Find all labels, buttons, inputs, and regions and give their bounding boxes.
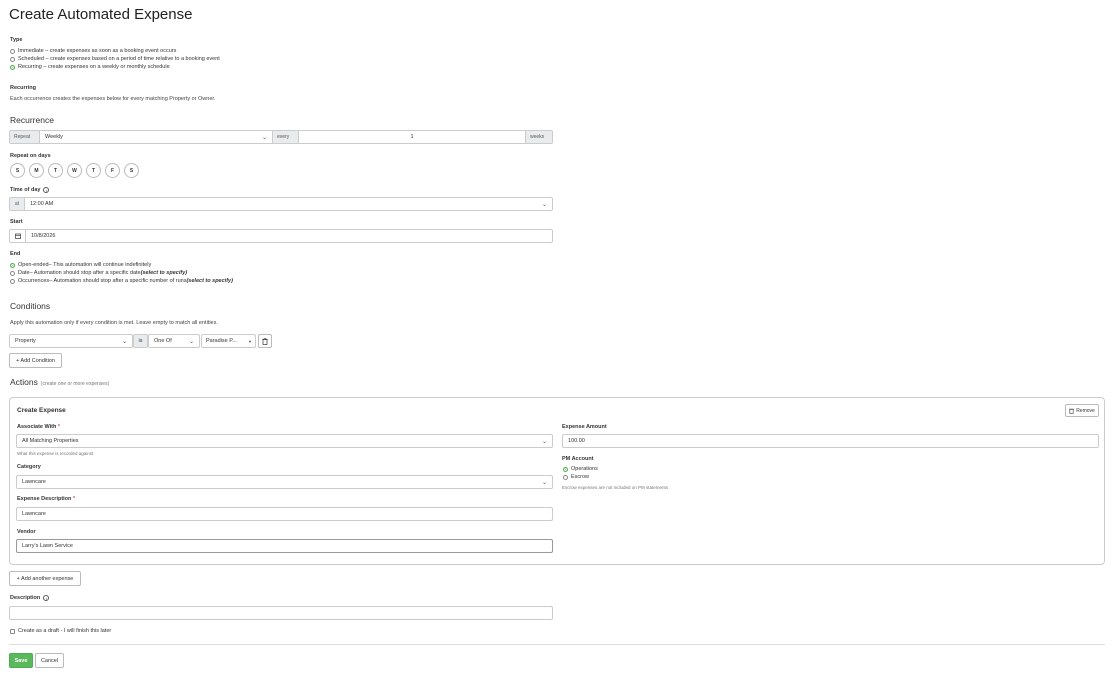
chevron-down-icon: ⌄	[188, 339, 194, 345]
day-sunday[interactable]: S	[10, 163, 25, 178]
type-option-recurring[interactable]: Recurring – create expenses on a weekly …	[10, 63, 220, 71]
type-option-immediate[interactable]: Immediate – create expenses as soon as a…	[10, 47, 220, 55]
add-another-expense-button[interactable]: + Add another expense	[9, 571, 81, 586]
type-label: Type	[10, 37, 23, 43]
every-input[interactable]: 1	[299, 131, 525, 143]
draft-checkbox-row[interactable]: Create as a draft - I will finish this l…	[10, 628, 111, 634]
time-input-group: at 12:00 AM ⌄	[9, 197, 553, 211]
associate-select[interactable]: All Matching Properties ⌄	[16, 434, 553, 448]
associate-help: What this expense is recorded against	[17, 451, 94, 456]
trash-icon	[262, 337, 268, 345]
chevron-down-icon: ⌄	[261, 135, 267, 141]
radio-selected-icon[interactable]	[563, 466, 568, 472]
day-monday[interactable]: M	[29, 163, 44, 178]
vendor-input[interactable]: Larry's Lawn Service	[16, 539, 553, 553]
add-condition-button[interactable]: + Add Condition	[9, 353, 62, 368]
repeat-select[interactable]: Weekly ⌄	[40, 131, 273, 143]
end-label: End	[10, 251, 21, 257]
description-label: Description i	[10, 595, 50, 601]
expense-amount-input[interactable]: 100.00	[562, 434, 1099, 448]
weeks-label: weeks	[525, 131, 552, 143]
condition-operator-select[interactable]: One Of ⌄	[148, 334, 200, 348]
repeat-label: Repeat	[10, 131, 40, 143]
recurring-help: Each occurrence creates the expenses bel…	[10, 96, 216, 102]
end-option-date[interactable]: Date – Automation should stop after a sp…	[10, 269, 233, 277]
expense-description-label: Expense Description *	[17, 496, 76, 502]
day-friday[interactable]: F	[105, 163, 120, 178]
delete-condition-button[interactable]	[258, 334, 272, 348]
calendar-icon[interactable]	[10, 230, 26, 242]
radio-selected-icon[interactable]	[10, 262, 15, 268]
day-saturday[interactable]: S	[124, 163, 139, 178]
recurring-label: Recurring	[10, 85, 36, 91]
create-expense-card: Create Expense Remove Associate With * A…	[9, 397, 1105, 565]
expense-amount-label: Expense Amount	[562, 424, 607, 430]
start-label: Start	[10, 219, 23, 225]
category-label: Category	[17, 464, 41, 470]
vendor-label: Vendor	[17, 529, 36, 535]
chevron-down-icon: ⌄	[541, 202, 547, 208]
pm-option-escrow[interactable]: Escrow	[563, 473, 598, 481]
day-thursday[interactable]: T	[86, 163, 101, 178]
description-input[interactable]	[9, 606, 553, 620]
actions-title: Actions	[10, 377, 38, 387]
radio-icon[interactable]	[10, 48, 15, 54]
radio-icon[interactable]	[10, 270, 15, 276]
recurrence-title: Recurrence	[10, 115, 54, 125]
radio-icon[interactable]	[10, 56, 15, 62]
condition-values-select[interactable]: Paradise P... ▼	[201, 334, 256, 348]
actions-header: Actions (create one or more expenses)	[10, 377, 109, 387]
pm-account-help: Escrow expenses are not included on PM s…	[562, 485, 669, 490]
pm-account-options: Operations Escrow	[563, 465, 598, 481]
pm-account-label: PM Account	[562, 456, 594, 462]
conditions-help: Apply this automation only if every cond…	[10, 320, 218, 326]
end-option-open-ended[interactable]: Open-ended – This automation will contin…	[10, 261, 233, 269]
remove-expense-button[interactable]: Remove	[1065, 404, 1099, 417]
chevron-down-icon: ⌄	[541, 439, 547, 445]
conditions-title: Conditions	[10, 301, 51, 311]
at-label: at	[10, 198, 25, 210]
draft-checkbox[interactable]	[10, 628, 15, 634]
caret-down-icon: ▼	[248, 339, 252, 344]
associate-label: Associate With *	[17, 424, 61, 430]
start-input-group: 10/8/2026	[9, 229, 553, 243]
radio-icon[interactable]	[563, 474, 568, 480]
chevron-down-icon: ⌄	[541, 480, 547, 486]
info-icon[interactable]: i	[43, 187, 50, 193]
start-date-input[interactable]: 10/8/2026	[26, 230, 552, 242]
card-title: Create Expense	[17, 407, 66, 414]
radio-icon[interactable]	[10, 278, 15, 284]
condition-field-select[interactable]: Property ⌄	[9, 334, 133, 348]
page-title: Create Automated Expense	[9, 6, 193, 23]
radio-selected-icon[interactable]	[10, 64, 15, 70]
pm-option-operations[interactable]: Operations	[563, 465, 598, 473]
repeat-input-group: Repeat Weekly ⌄ every 1 weeks	[9, 130, 553, 144]
type-options: Immediate – create expenses as soon as a…	[10, 47, 220, 71]
repeat-days-label: Repeat on days	[10, 153, 51, 159]
condition-is-label: is	[133, 334, 148, 348]
chevron-down-icon: ⌄	[121, 339, 127, 345]
day-wednesday[interactable]: W	[67, 163, 82, 178]
time-select[interactable]: 12:00 AM ⌄	[25, 198, 552, 210]
day-tuesday[interactable]: T	[48, 163, 63, 178]
save-button[interactable]: Save	[9, 653, 33, 668]
info-icon[interactable]: i	[43, 595, 50, 601]
expense-description-input[interactable]: Lawncare	[16, 507, 553, 521]
actions-subtitle: (create one or more expenses)	[40, 381, 110, 387]
time-of-day-label: Time of day i	[10, 187, 50, 193]
every-label: every	[273, 131, 299, 143]
end-option-occurrences[interactable]: Occurrences – Automation should stop aft…	[10, 277, 233, 285]
day-picker: S M T W T F S	[10, 163, 139, 178]
end-options: Open-ended – This automation will contin…	[10, 261, 233, 285]
divider	[9, 644, 1105, 645]
cancel-button[interactable]: Cancel	[35, 653, 64, 668]
type-option-scheduled[interactable]: Scheduled – create expenses based on a p…	[10, 55, 220, 63]
category-select[interactable]: Lawncare ⌄	[16, 475, 553, 489]
trash-icon	[1069, 408, 1074, 414]
